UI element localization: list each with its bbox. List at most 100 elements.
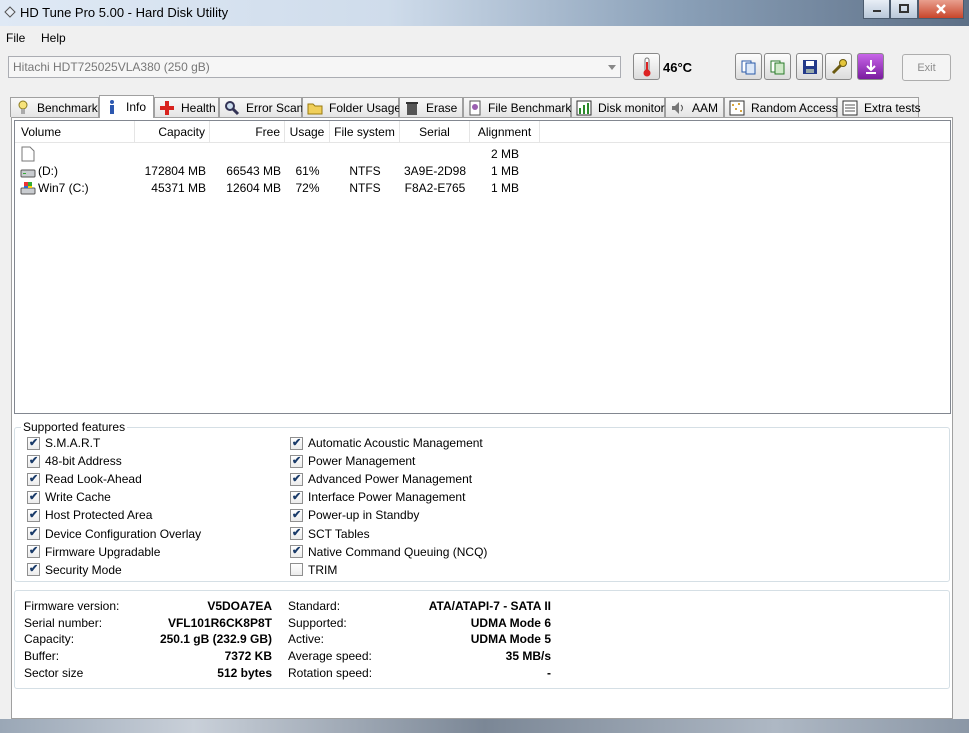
- feature-checkbox[interactable]: ✔ Interface Power Management: [290, 490, 465, 504]
- feature-checkbox[interactable]: ✔ SCT Tables: [290, 527, 370, 541]
- volume-list[interactable]: Volume Capacity Free Usage File system S…: [14, 120, 951, 414]
- column-header-file-system[interactable]: File system: [330, 121, 400, 143]
- table-row[interactable]: (D:) 172804 MB 66543 MB 61% NTFS 3A9E-2D…: [15, 163, 950, 180]
- maximize-icon: [899, 4, 909, 13]
- checkbox-box[interactable]: ✔: [290, 527, 303, 540]
- checkbox-box[interactable]: ✔: [290, 508, 303, 522]
- feature-checkbox[interactable]: ✔ Firmware Upgradable: [27, 545, 160, 559]
- feature-checkbox[interactable]: ✔ Power-up in Standby: [290, 508, 419, 522]
- table-row[interactable]: Win7 (C:) 45371 MB 12604 MB 72% NTFS F8A…: [15, 180, 950, 197]
- checkbox-box[interactable]: ✔: [27, 490, 40, 504]
- checkbox-box[interactable]: ✔: [27, 545, 40, 559]
- tab-file-benchmark[interactable]: File Benchmark: [463, 97, 571, 117]
- drive-select[interactable]: Hitachi HDT725025VLA380 (250 gB): [8, 56, 621, 78]
- tab-random-access[interactable]: Random Access: [724, 97, 838, 117]
- tab-label: Error Scan: [246, 100, 304, 115]
- options-button[interactable]: [825, 53, 852, 80]
- feature-checkbox[interactable]: TRIM: [290, 563, 337, 577]
- checkmark-icon: ✔: [29, 545, 39, 558]
- feature-checkbox[interactable]: ✔ Write Cache: [27, 490, 111, 504]
- tab-erase[interactable]: Erase: [399, 97, 463, 117]
- menu-file[interactable]: File: [6, 31, 25, 45]
- checkbox-box[interactable]: ✔: [27, 527, 40, 540]
- checkmark-icon: ✔: [292, 490, 302, 503]
- detail-value: ATA/ATAPI-7 - SATA II: [428, 599, 551, 613]
- feature-checkbox[interactable]: ✔ Host Protected Area: [27, 508, 152, 522]
- feature-checkbox[interactable]: ✔ Native Command Queuing (NCQ): [290, 545, 487, 559]
- cell-alignment: 2 MB: [490, 147, 519, 161]
- column-header-usage[interactable]: Usage: [285, 121, 330, 143]
- exit-button[interactable]: Exit: [902, 54, 951, 81]
- maximize-button[interactable]: [890, 0, 918, 19]
- feature-checkbox[interactable]: ✔ 48-bit Address: [27, 454, 122, 468]
- tab-health[interactable]: Health: [154, 97, 219, 117]
- trash-icon: [404, 100, 420, 116]
- feature-checkbox[interactable]: ✔ Device Configuration Overlay: [27, 527, 201, 541]
- extra-tests-icon: [842, 100, 858, 116]
- cell-serial: 3A9E-2D98: [403, 164, 467, 178]
- feature-checkbox[interactable]: ✔ Read Look-Ahead: [27, 472, 142, 486]
- feature-checkbox[interactable]: ✔ Security Mode: [27, 563, 122, 577]
- minimize-button[interactable]: [863, 0, 890, 19]
- tab-bar: Benchmark Info Health Error Scan Folder …: [10, 95, 960, 118]
- checkbox-box[interactable]: ✔: [27, 472, 40, 486]
- close-button[interactable]: [918, 0, 964, 19]
- detail-value: 7372 KB: [224, 649, 272, 664]
- volume-list-header: Volume Capacity Free Usage File system S…: [15, 121, 950, 143]
- feature-checkbox[interactable]: ✔ Power Management: [290, 454, 415, 468]
- checkbox-box[interactable]: [290, 563, 303, 577]
- tab-label: Disk monitor: [598, 100, 665, 115]
- checkmark-icon: ✔: [29, 490, 39, 503]
- system-drive-icon: [20, 182, 36, 195]
- cell-volume: Win7 (C:): [38, 181, 89, 195]
- column-header-alignment[interactable]: Alignment: [470, 121, 540, 143]
- title-bar: HD Tune Pro 5.00 - Hard Disk Utility: [0, 0, 969, 26]
- tab-extra-tests[interactable]: Extra tests: [837, 97, 921, 117]
- tab-error-scan[interactable]: Error Scan: [219, 97, 304, 117]
- tab-aam[interactable]: AAM: [665, 97, 724, 117]
- menu-help[interactable]: Help: [41, 31, 66, 45]
- drive-details-group: Firmware version: V5DOA7EA Serial number: V…: [14, 590, 950, 689]
- checkbox-box[interactable]: ✔: [290, 454, 303, 468]
- feature-label: Read Look-Ahead: [45, 472, 142, 487]
- checkbox-box[interactable]: ✔: [290, 472, 303, 486]
- download-button[interactable]: [857, 53, 884, 80]
- checkbox-box[interactable]: ✔: [27, 454, 40, 468]
- tab-benchmark[interactable]: Benchmark: [10, 97, 99, 117]
- column-header-volume[interactable]: Volume: [15, 121, 135, 143]
- table-row[interactable]: 2 MB: [15, 146, 950, 163]
- save-button[interactable]: [796, 53, 823, 80]
- tab-label: Random Access: [751, 100, 838, 115]
- desktop-taskbar-strip: [0, 719, 969, 733]
- column-header-capacity[interactable]: Capacity: [135, 121, 210, 143]
- checkbox-box[interactable]: ✔: [290, 490, 303, 504]
- tab-folder-usage[interactable]: Folder Usage: [302, 97, 401, 117]
- feature-label: SCT Tables: [308, 526, 370, 541]
- tab-info[interactable]: Info: [99, 95, 154, 118]
- feature-checkbox[interactable]: ✔ S.M.A.R.T: [27, 436, 100, 450]
- checkbox-box[interactable]: ✔: [290, 436, 303, 450]
- blank-file-icon: [21, 146, 35, 162]
- detail-key: Supported:: [288, 615, 347, 630]
- checkbox-box[interactable]: ✔: [27, 436, 40, 450]
- feature-checkbox[interactable]: ✔ Advanced Power Management: [290, 472, 472, 486]
- feature-checkbox[interactable]: ✔ Automatic Acoustic Management: [290, 436, 483, 450]
- checkmark-icon: ✔: [292, 472, 302, 485]
- download-arrow-icon: [865, 59, 876, 74]
- checkbox-box[interactable]: ✔: [290, 545, 303, 559]
- copy-screenshot-button[interactable]: [764, 53, 791, 80]
- copy-text-button[interactable]: [735, 53, 762, 80]
- cell-free: 66543 MB: [226, 164, 281, 178]
- column-header-serial[interactable]: Serial: [400, 121, 470, 143]
- detail-key: Standard:: [288, 599, 341, 613]
- temperature-button[interactable]: [633, 53, 660, 80]
- checkbox-box[interactable]: ✔: [27, 508, 40, 522]
- column-header-free[interactable]: Free: [210, 121, 285, 143]
- thermometer-icon: [643, 57, 650, 76]
- detail-key: Firmware version:: [24, 599, 120, 613]
- tab-label: File Benchmark: [488, 100, 572, 115]
- checkbox-box[interactable]: ✔: [27, 563, 40, 577]
- checkmark-icon: ✔: [292, 545, 302, 558]
- feature-label: Automatic Acoustic Management: [308, 436, 483, 450]
- tab-disk-monitor[interactable]: Disk monitor: [571, 97, 665, 117]
